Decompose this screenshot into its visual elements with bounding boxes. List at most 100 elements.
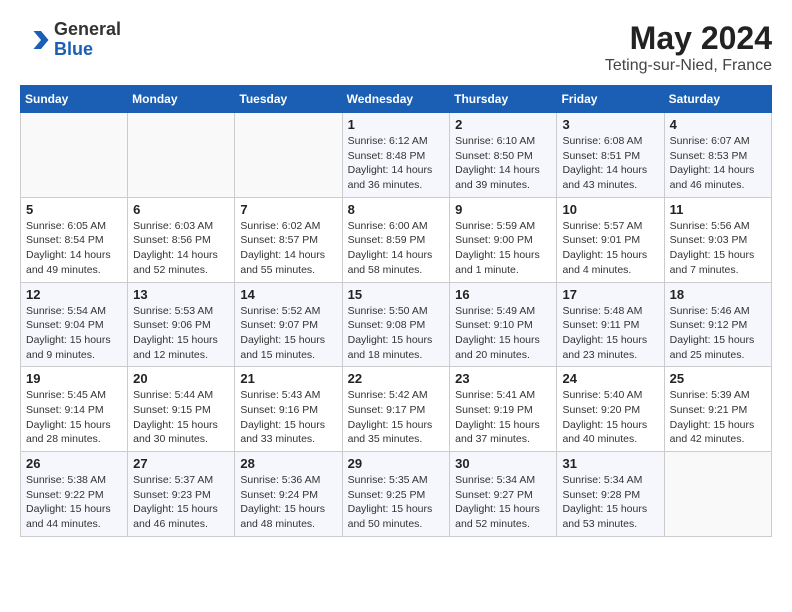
day-number: 22	[348, 371, 445, 386]
day-info: Sunrise: 5:45 AM Sunset: 9:14 PM Dayligh…	[26, 388, 122, 447]
day-info: Sunrise: 5:54 AM Sunset: 9:04 PM Dayligh…	[26, 304, 122, 363]
day-info: Sunrise: 5:59 AM Sunset: 9:00 PM Dayligh…	[455, 219, 551, 278]
day-info: Sunrise: 6:00 AM Sunset: 8:59 PM Dayligh…	[348, 219, 445, 278]
col-monday: Monday	[128, 86, 235, 113]
day-info: Sunrise: 5:40 AM Sunset: 9:20 PM Dayligh…	[562, 388, 658, 447]
calendar-cell-2-0: 12 Sunrise: 5:54 AM Sunset: 9:04 PM Dayli…	[21, 282, 128, 367]
title-block: May 2024 Teting-sur-Nied, France	[605, 20, 772, 75]
calendar-week-2: 12 Sunrise: 5:54 AM Sunset: 9:04 PM Dayli…	[21, 282, 772, 367]
calendar-week-3: 19Sunrise: 5:45 AM Sunset: 9:14 PM Dayli…	[21, 367, 772, 452]
day-info: Sunrise: 5:43 AM Sunset: 9:16 PM Dayligh…	[240, 388, 336, 447]
calendar-cell-1-2: 7Sunrise: 6:02 AM Sunset: 8:57 PM Daylig…	[235, 197, 342, 282]
calendar-cell-3-2: 21 Sunrise: 5:43 AM Sunset: 9:16 PM Dayli…	[235, 367, 342, 452]
calendar-cell-4-4: 30Sunrise: 5:34 AM Sunset: 9:27 PM Dayli…	[450, 452, 557, 537]
col-sunday: Sunday	[21, 86, 128, 113]
day-number: 4	[670, 117, 766, 132]
calendar-cell-0-1	[128, 113, 235, 198]
day-info: Sunrise: 6:08 AM Sunset: 8:51 PM Dayligh…	[562, 134, 658, 193]
calendar-cell-1-3: 8 Sunrise: 6:00 AM Sunset: 8:59 PM Daylig…	[342, 197, 450, 282]
day-info: Sunrise: 5:34 AM Sunset: 9:28 PM Dayligh…	[562, 473, 658, 532]
calendar-cell-1-0: 5 Sunrise: 6:05 AM Sunset: 8:54 PM Daylig…	[21, 197, 128, 282]
calendar-cell-0-5: 3 Sunrise: 6:08 AM Sunset: 8:51 PM Daylig…	[557, 113, 664, 198]
day-number: 1	[348, 117, 445, 132]
calendar-table: Sunday Monday Tuesday Wednesday Thursday…	[20, 85, 772, 537]
calendar-header-row: Sunday Monday Tuesday Wednesday Thursday…	[21, 86, 772, 113]
day-info: Sunrise: 5:56 AM Sunset: 9:03 PM Dayligh…	[670, 219, 766, 278]
day-number: 6	[133, 202, 229, 217]
day-info: Sunrise: 5:57 AM Sunset: 9:01 PM Dayligh…	[562, 219, 658, 278]
day-number: 12	[26, 287, 122, 302]
day-info: Sunrise: 5:35 AM Sunset: 9:25 PM Dayligh…	[348, 473, 445, 532]
logo-blue-text: Blue	[54, 40, 121, 60]
day-number: 28	[240, 456, 336, 471]
calendar-cell-2-3: 15Sunrise: 5:50 AM Sunset: 9:08 PM Dayli…	[342, 282, 450, 367]
day-number: 29	[348, 456, 445, 471]
calendar-cell-3-0: 19Sunrise: 5:45 AM Sunset: 9:14 PM Dayli…	[21, 367, 128, 452]
calendar-cell-3-6: 25 Sunrise: 5:39 AM Sunset: 9:21 PM Dayli…	[664, 367, 771, 452]
calendar-cell-3-5: 24 Sunrise: 5:40 AM Sunset: 9:20 PM Dayli…	[557, 367, 664, 452]
day-info: Sunrise: 6:12 AM Sunset: 8:48 PM Dayligh…	[348, 134, 445, 193]
calendar-cell-4-2: 28 Sunrise: 5:36 AM Sunset: 9:24 PM Dayli…	[235, 452, 342, 537]
calendar-cell-1-6: 11 Sunrise: 5:56 AM Sunset: 9:03 PM Dayli…	[664, 197, 771, 282]
day-number: 15	[348, 287, 445, 302]
calendar-week-0: 1 Sunrise: 6:12 AM Sunset: 8:48 PM Daylig…	[21, 113, 772, 198]
day-number: 7	[240, 202, 336, 217]
day-number: 26	[26, 456, 122, 471]
day-info: Sunrise: 5:39 AM Sunset: 9:21 PM Dayligh…	[670, 388, 766, 447]
col-wednesday: Wednesday	[342, 86, 450, 113]
col-tuesday: Tuesday	[235, 86, 342, 113]
day-number: 31	[562, 456, 658, 471]
calendar-cell-1-4: 9 Sunrise: 5:59 AM Sunset: 9:00 PM Daylig…	[450, 197, 557, 282]
col-friday: Friday	[557, 86, 664, 113]
day-number: 20	[133, 371, 229, 386]
day-number: 9	[455, 202, 551, 217]
day-number: 10	[562, 202, 658, 217]
day-number: 5	[26, 202, 122, 217]
calendar-cell-4-6	[664, 452, 771, 537]
day-number: 24	[562, 371, 658, 386]
calendar-cell-0-2	[235, 113, 342, 198]
day-info: Sunrise: 6:07 AM Sunset: 8:53 PM Dayligh…	[670, 134, 766, 193]
day-number: 27	[133, 456, 229, 471]
day-number: 11	[670, 202, 766, 217]
day-number: 14	[240, 287, 336, 302]
calendar-cell-0-0	[21, 113, 128, 198]
day-number: 13	[133, 287, 229, 302]
day-number: 16	[455, 287, 551, 302]
calendar-week-1: 5 Sunrise: 6:05 AM Sunset: 8:54 PM Daylig…	[21, 197, 772, 282]
day-info: Sunrise: 6:03 AM Sunset: 8:56 PM Dayligh…	[133, 219, 229, 278]
col-thursday: Thursday	[450, 86, 557, 113]
col-saturday: Saturday	[664, 86, 771, 113]
calendar-week-4: 26 Sunrise: 5:38 AM Sunset: 9:22 PM Dayli…	[21, 452, 772, 537]
day-info: Sunrise: 5:52 AM Sunset: 9:07 PM Dayligh…	[240, 304, 336, 363]
day-info: Sunrise: 5:34 AM Sunset: 9:27 PM Dayligh…	[455, 473, 551, 532]
day-info: Sunrise: 5:49 AM Sunset: 9:10 PM Dayligh…	[455, 304, 551, 363]
day-number: 8	[348, 202, 445, 217]
day-info: Sunrise: 5:53 AM Sunset: 9:06 PM Dayligh…	[133, 304, 229, 363]
day-number: 18	[670, 287, 766, 302]
calendar-cell-3-3: 22Sunrise: 5:42 AM Sunset: 9:17 PM Dayli…	[342, 367, 450, 452]
day-number: 21	[240, 371, 336, 386]
calendar-body: 1 Sunrise: 6:12 AM Sunset: 8:48 PM Daylig…	[21, 113, 772, 537]
day-number: 2	[455, 117, 551, 132]
day-number: 23	[455, 371, 551, 386]
day-info: Sunrise: 5:48 AM Sunset: 9:11 PM Dayligh…	[562, 304, 658, 363]
month-title: May 2024	[605, 20, 772, 57]
calendar-cell-2-2: 14 Sunrise: 5:52 AM Sunset: 9:07 PM Dayli…	[235, 282, 342, 367]
calendar-cell-1-5: 10 Sunrise: 5:57 AM Sunset: 9:01 PM Dayli…	[557, 197, 664, 282]
calendar-cell-0-4: 2Sunrise: 6:10 AM Sunset: 8:50 PM Daylig…	[450, 113, 557, 198]
day-info: Sunrise: 5:41 AM Sunset: 9:19 PM Dayligh…	[455, 388, 551, 447]
day-info: Sunrise: 6:05 AM Sunset: 8:54 PM Dayligh…	[26, 219, 122, 278]
day-number: 3	[562, 117, 658, 132]
logo-text: General Blue	[54, 20, 121, 60]
logo: General Blue	[20, 20, 121, 60]
day-info: Sunrise: 5:36 AM Sunset: 9:24 PM Dayligh…	[240, 473, 336, 532]
day-info: Sunrise: 5:44 AM Sunset: 9:15 PM Dayligh…	[133, 388, 229, 447]
calendar-cell-2-4: 16 Sunrise: 5:49 AM Sunset: 9:10 PM Dayli…	[450, 282, 557, 367]
calendar-cell-3-4: 23 Sunrise: 5:41 AM Sunset: 9:19 PM Dayli…	[450, 367, 557, 452]
calendar-cell-4-3: 29 Sunrise: 5:35 AM Sunset: 9:25 PM Dayli…	[342, 452, 450, 537]
day-info: Sunrise: 5:38 AM Sunset: 9:22 PM Dayligh…	[26, 473, 122, 532]
day-number: 25	[670, 371, 766, 386]
calendar-cell-2-5: 17Sunrise: 5:48 AM Sunset: 9:11 PM Dayli…	[557, 282, 664, 367]
location-title: Teting-sur-Nied, France	[605, 57, 772, 75]
